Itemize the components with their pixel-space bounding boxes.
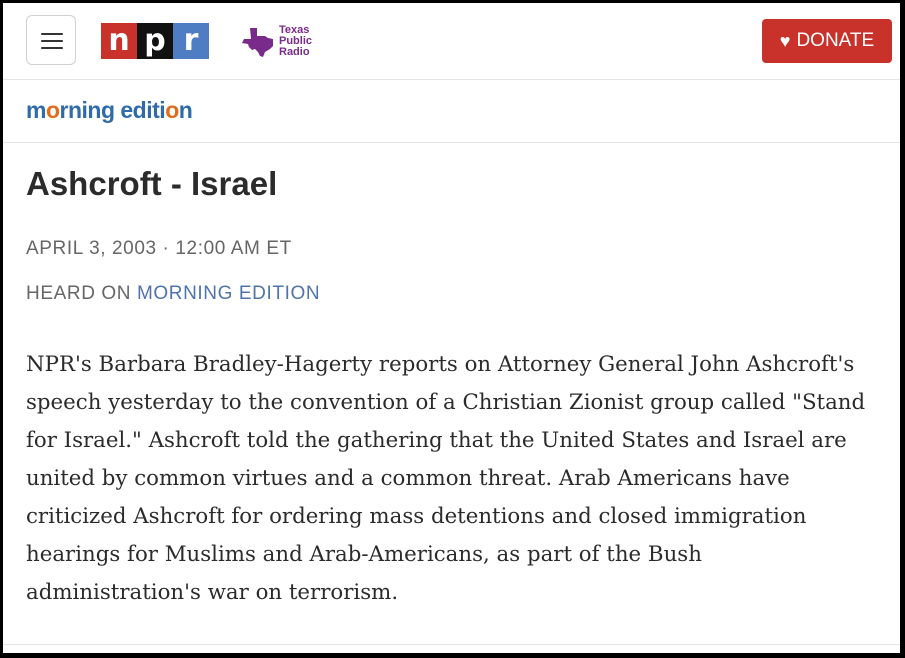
program-bar: morning edition — [3, 80, 900, 143]
program-link[interactable]: MORNING EDITION — [137, 283, 320, 304]
npr-logo-r: r — [173, 23, 209, 59]
article-title: Ashcroft - Israel — [26, 165, 278, 202]
texas-state-icon — [242, 27, 273, 57]
donate-label: DONATE — [796, 30, 875, 51]
npr-logo-n: n — [101, 23, 137, 59]
heard-on: HEARD ON MORNING EDITION — [26, 283, 320, 305]
heard-on-label: HEARD ON — [26, 283, 132, 304]
station-name-line3: Radio — [279, 46, 310, 58]
npr-logo-p: p — [137, 23, 173, 59]
donate-button[interactable]: ♥ DONATE — [762, 19, 892, 63]
divider — [3, 644, 900, 645]
hamburger-menu-icon — [41, 33, 63, 35]
npr-logo[interactable]: n p r — [101, 23, 209, 59]
station-logo[interactable]: Texas Public Radio — [242, 25, 312, 58]
heart-icon: ♥ — [779, 30, 791, 51]
menu-button[interactable] — [26, 15, 76, 65]
page-frame: n p r Texas Public Radio ♥ DONATE mornin… — [3, 3, 900, 653]
article-date: APRIL 3, 2003 · 12:00 AM ET — [26, 238, 292, 259]
article-body: NPR's Barbara Bradley-Hagerty reports on… — [26, 352, 866, 605]
morning-edition-logo[interactable]: morning edition — [26, 97, 193, 124]
site-header: n p r Texas Public Radio ♥ DONATE — [3, 3, 900, 80]
